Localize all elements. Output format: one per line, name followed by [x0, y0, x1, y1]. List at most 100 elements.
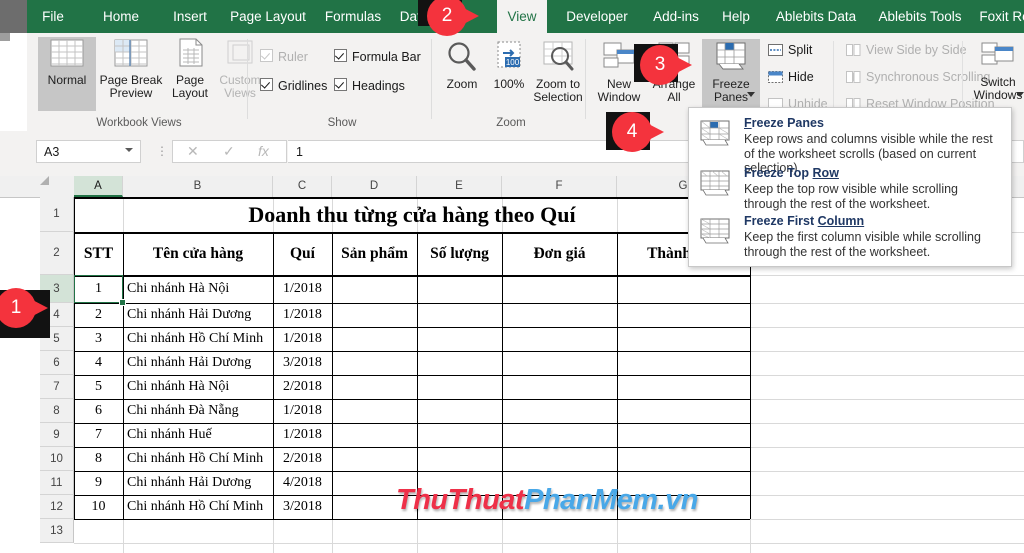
column-header-F[interactable]: F: [502, 176, 617, 197]
table-cell-r7-product[interactable]: [332, 423, 417, 447]
table-cell-r8-price[interactable]: [502, 447, 617, 471]
row-header-12[interactable]: 12: [40, 495, 74, 519]
ribbon-tab-help[interactable]: Help: [713, 0, 759, 33]
column-header-E[interactable]: E: [417, 176, 502, 197]
freeze-panes-button[interactable]: Freeze Panes: [702, 39, 760, 117]
page-break-preview-button[interactable]: Page Break Preview: [98, 37, 164, 111]
table-cell-r4-total[interactable]: [617, 351, 750, 375]
switch-windows-button[interactable]: Switch Windows: [970, 39, 1024, 117]
row-header-7[interactable]: 7: [40, 375, 74, 399]
table-cell-r10-stt[interactable]: 10: [74, 495, 123, 519]
table-cell-r8-store[interactable]: Chi nhánh Hồ Chí Minh: [123, 447, 273, 471]
table-cell-r6-qui[interactable]: 1/2018: [273, 399, 332, 423]
table-cell-r1-price[interactable]: [502, 275, 617, 303]
column-header-B[interactable]: B: [123, 176, 273, 197]
sheet-title-cell[interactable]: Doanh thu từng cửa hàng theo Quí: [74, 197, 750, 232]
table-cell-r4-qui[interactable]: 3/2018: [273, 351, 332, 375]
table-cell-r8-stt[interactable]: 8: [74, 447, 123, 471]
table-cell-r6-product[interactable]: [332, 399, 417, 423]
insert-function-icon[interactable]: fx: [258, 143, 269, 159]
table-column-header-1[interactable]: Tên cửa hàng: [123, 232, 273, 275]
table-cell-r4-price[interactable]: [502, 351, 617, 375]
table-cell-r4-store[interactable]: Chi nhánh Hải Dương: [123, 351, 273, 375]
zoom-to-selection-button[interactable]: Zoom to Selection: [532, 39, 584, 111]
table-cell-r6-stt[interactable]: 6: [74, 399, 123, 423]
table-cell-r4-qty[interactable]: [417, 351, 502, 375]
table-cell-r3-product[interactable]: [332, 327, 417, 351]
ribbon-tab-file[interactable]: File: [27, 0, 79, 33]
table-cell-r8-total[interactable]: [617, 447, 750, 471]
row-header-1[interactable]: 1: [40, 197, 74, 232]
normal-view-button[interactable]: Normal: [38, 37, 96, 111]
table-cell-r9-store[interactable]: Chi nhánh Hải Dương: [123, 471, 273, 495]
row-header-6[interactable]: 6: [40, 351, 74, 375]
row-header-8[interactable]: 8: [40, 399, 74, 423]
menu-item-freeze-first-column[interactable]: Freeze First Column Keep the first colum…: [689, 212, 1011, 260]
table-cell-r8-product[interactable]: [332, 447, 417, 471]
table-cell-r7-qui[interactable]: 1/2018: [273, 423, 332, 447]
ribbon-tab-page-layout[interactable]: Page Layout: [222, 0, 314, 33]
row-header-9[interactable]: 9: [40, 423, 74, 447]
menu-item-freeze-top-row[interactable]: Freeze Top Row Keep the top row visible …: [689, 164, 1011, 212]
table-cell-r6-store[interactable]: Chi nhánh Đà Nẵng: [123, 399, 273, 423]
column-header-C[interactable]: C: [273, 176, 332, 197]
table-cell-r7-qty[interactable]: [417, 423, 502, 447]
split-button[interactable]: Split: [768, 43, 812, 57]
table-cell-r1-product[interactable]: [332, 275, 417, 303]
table-cell-r2-qui[interactable]: 1/2018: [273, 303, 332, 327]
menu-item-freeze-panes[interactable]: Freeze Panes Keep rows and columns visib…: [689, 114, 1011, 175]
gridlines-checkbox[interactable]: Gridlines: [260, 78, 327, 93]
hide-button[interactable]: Hide: [768, 70, 814, 84]
table-cell-r3-qty[interactable]: [417, 327, 502, 351]
column-header-A[interactable]: A: [74, 176, 123, 197]
table-cell-r7-price[interactable]: [502, 423, 617, 447]
view-side-by-side-button[interactable]: View Side by Side: [846, 43, 967, 57]
table-cell-r7-total[interactable]: [617, 423, 750, 447]
row-header-11[interactable]: 11: [40, 471, 74, 495]
table-cell-r2-store[interactable]: Chi nhánh Hải Dương: [123, 303, 273, 327]
ribbon-tab-foxit-reader[interactable]: Foxit Reader: [973, 0, 1024, 33]
table-cell-r4-product[interactable]: [332, 351, 417, 375]
table-cell-r3-store[interactable]: Chi nhánh Hồ Chí Minh: [123, 327, 273, 351]
table-cell-r8-qty[interactable]: [417, 447, 502, 471]
table-column-header-5[interactable]: Đơn giá: [502, 232, 617, 275]
confirm-icon[interactable]: ✓: [223, 143, 235, 160]
row-header-13[interactable]: 13: [40, 519, 74, 543]
table-cell-r9-qui[interactable]: 4/2018: [273, 471, 332, 495]
zoom-button[interactable]: Zoom: [438, 39, 486, 111]
ribbon-tab-add-ins[interactable]: Add-ins: [645, 0, 707, 33]
ruler-checkbox[interactable]: Ruler: [260, 49, 308, 64]
table-cell-r7-stt[interactable]: 7: [74, 423, 123, 447]
table-cell-r3-stt[interactable]: 3: [74, 327, 123, 351]
table-cell-r2-stt[interactable]: 2: [74, 303, 123, 327]
synchronous-scrolling-button[interactable]: Synchronous Scrolling: [846, 70, 990, 84]
table-cell-r5-product[interactable]: [332, 375, 417, 399]
table-cell-r6-price[interactable]: [502, 399, 617, 423]
table-cell-r6-qty[interactable]: [417, 399, 502, 423]
table-cell-r1-total[interactable]: [617, 275, 750, 303]
ribbon-tab-view[interactable]: View: [497, 0, 547, 33]
table-column-header-0[interactable]: STT: [74, 232, 123, 275]
table-column-header-4[interactable]: Số lượng: [417, 232, 502, 275]
table-cell-r5-price[interactable]: [502, 375, 617, 399]
table-cell-r5-total[interactable]: [617, 375, 750, 399]
name-box-dropdown-icon[interactable]: [125, 148, 133, 152]
table-cell-r10-qui[interactable]: 3/2018: [273, 495, 332, 519]
table-cell-r10-store[interactable]: Chi nhánh Hồ Chí Minh: [123, 495, 273, 519]
column-header-D[interactable]: D: [332, 176, 417, 197]
table-cell-r2-total[interactable]: [617, 303, 750, 327]
zoom-100-button[interactable]: 100 100%: [486, 39, 532, 111]
table-cell-r3-price[interactable]: [502, 327, 617, 351]
select-all-corner[interactable]: [40, 176, 49, 185]
table-cell-r2-price[interactable]: [502, 303, 617, 327]
headings-checkbox[interactable]: Headings: [334, 78, 405, 93]
table-cell-r5-store[interactable]: Chi nhánh Hà Nội: [123, 375, 273, 399]
table-cell-r6-total[interactable]: [617, 399, 750, 423]
fill-handle[interactable]: [119, 299, 126, 306]
ribbon-tab-home[interactable]: Home: [92, 0, 150, 33]
formula-bar-checkbox[interactable]: Formula Bar: [334, 49, 421, 64]
table-column-header-2[interactable]: Quí: [273, 232, 332, 275]
table-cell-r7-store[interactable]: Chi nhánh Huế: [123, 423, 273, 447]
ribbon-tab-formulas[interactable]: Formulas: [316, 0, 390, 33]
ribbon-tab-insert[interactable]: Insert: [162, 0, 218, 33]
